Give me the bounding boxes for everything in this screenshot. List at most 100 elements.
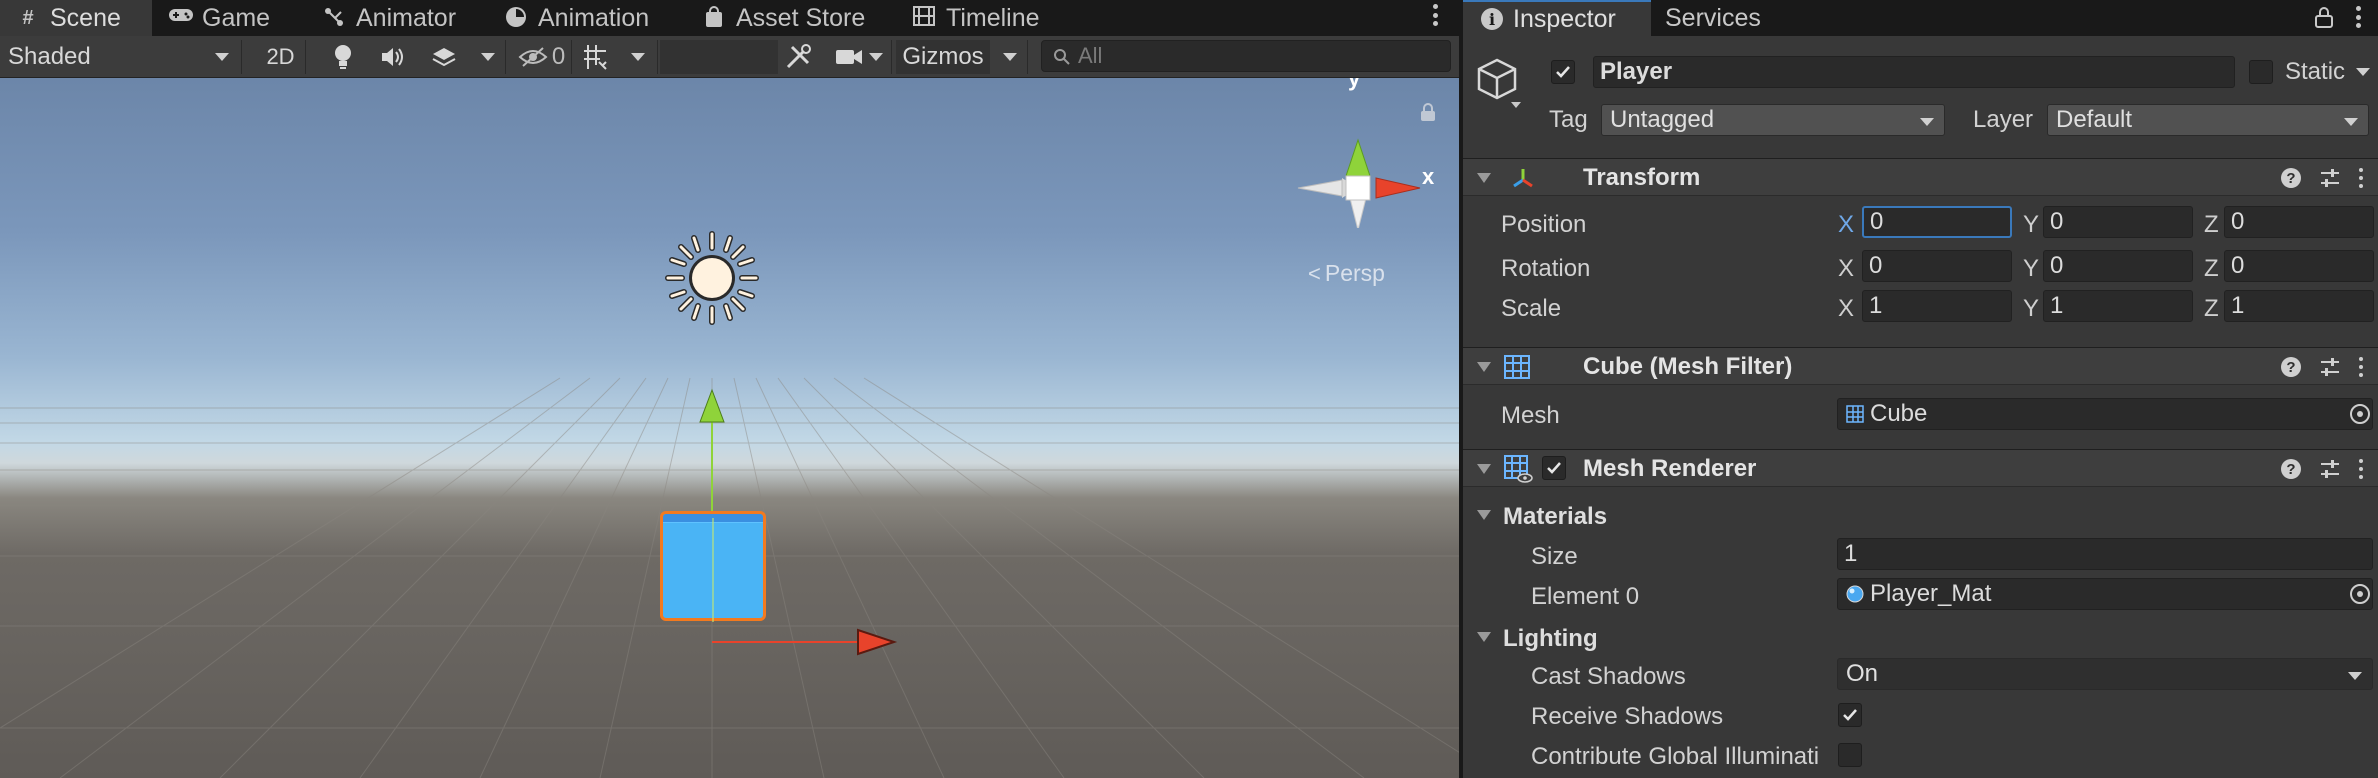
camera-settings-dropdown[interactable] <box>826 40 892 74</box>
info-icon: i <box>1481 8 1503 30</box>
tab-timeline[interactable]: Timeline <box>912 0 1072 36</box>
mesh-renderer-enabled-checkbox[interactable] <box>1542 456 1566 480</box>
static-dropdown[interactable]: Static <box>2285 58 2370 86</box>
help-icon[interactable]: ? <box>2281 357 2301 377</box>
tab-game[interactable]: Game <box>168 0 298 36</box>
mesh-renderer-title: Mesh Renderer <box>1583 455 1757 482</box>
projection-label: Persp <box>1324 260 1385 286</box>
grid-snap-icon[interactable] <box>578 40 614 74</box>
gizmos-toggle[interactable]: Gizmos <box>896 40 990 74</box>
gizmos-dropdown[interactable] <box>992 40 1028 74</box>
rotation-z-field[interactable]: 0 <box>2224 250 2374 282</box>
projection-toggle[interactable]: < Persp <box>1308 260 1385 287</box>
search-icon <box>1052 47 1072 73</box>
tab-services[interactable]: Services <box>1665 0 1805 36</box>
preset-sliders-icon[interactable] <box>2319 167 2341 189</box>
foldout-arrow-icon[interactable] <box>1477 632 1491 642</box>
lighting-toggle-icon[interactable] <box>326 40 360 74</box>
scene-search-input[interactable]: All <box>1041 40 1451 72</box>
orientation-gizmo[interactable] <box>1290 78 1450 228</box>
chevron-down-icon <box>868 53 883 61</box>
preset-sliders-icon[interactable] <box>2319 458 2341 480</box>
scene-visibility-toggle[interactable]: 0 <box>512 40 572 74</box>
scene-panel: # Scene Game Animator Animation Asset St… <box>0 0 1459 778</box>
transform-header[interactable]: Transform ? <box>1463 158 2378 196</box>
mesh-filter-title: Cube (Mesh Filter) <box>1583 353 1793 380</box>
mesh-renderer-header[interactable]: Mesh Renderer ? <box>1463 449 2378 487</box>
chevron-down-icon <box>480 53 495 61</box>
rotation-y-field[interactable]: 0 <box>2043 250 2193 282</box>
material-object-field[interactable]: Player_Mat <box>1837 578 2373 610</box>
tab-label: Animator <box>356 3 457 32</box>
axis-label: Z <box>2204 255 2219 282</box>
layer-dropdown[interactable]: Default <box>2047 104 2369 136</box>
chevron-down-icon <box>630 53 645 61</box>
grid-hash-icon: # <box>22 7 34 29</box>
directional-light-icon[interactable] <box>664 230 760 326</box>
contribute-gi-checkbox[interactable] <box>1838 743 1862 767</box>
tag-dropdown[interactable]: Untagged <box>1601 104 1945 136</box>
object-picker-icon[interactable] <box>2350 584 2370 604</box>
cast-shadows-dropdown[interactable]: On <box>1837 658 2373 690</box>
foldout-arrow-icon <box>1477 173 1491 183</box>
position-z-field[interactable]: 0 <box>2224 206 2374 238</box>
object-name-field[interactable]: Player <box>1593 56 2235 88</box>
component-menu-icon[interactable] <box>2359 357 2364 377</box>
materials-foldout[interactable]: Materials <box>1503 503 1607 531</box>
animator-graph-icon <box>322 6 346 30</box>
tab-animator[interactable]: Animator <box>322 0 482 36</box>
axis-label: Z <box>2204 211 2219 238</box>
position-z-value: 0 <box>2231 208 2245 235</box>
lighting-foldout[interactable]: Lighting <box>1503 625 1598 653</box>
audio-toggle-icon[interactable] <box>376 40 410 74</box>
axis-label: X <box>1838 211 1855 238</box>
element0-label: Element 0 <box>1531 583 1640 610</box>
object-picker-icon[interactable] <box>2350 404 2370 424</box>
search-placeholder: All <box>1078 43 1103 68</box>
layer-label: Layer <box>1973 106 2034 133</box>
position-y-value: 0 <box>2050 208 2064 235</box>
effects-layers-icon[interactable] <box>426 40 462 74</box>
draw-mode-dropdown[interactable]: Shaded <box>0 40 242 74</box>
rotation-y-value: 0 <box>2050 252 2064 279</box>
more-options-icon[interactable] <box>1433 4 1441 30</box>
scene-viewport[interactable]: y x < Persp <box>0 78 1459 778</box>
mesh-filter-header[interactable]: Cube (Mesh Filter) ? <box>1463 347 2378 385</box>
effects-dropdown[interactable] <box>470 40 506 74</box>
position-x-field[interactable]: 0 <box>1862 206 2012 238</box>
toggle-2d-button[interactable]: 2D <box>256 40 306 74</box>
help-icon[interactable]: ? <box>2281 459 2301 479</box>
scale-y-field[interactable]: 1 <box>2043 290 2193 322</box>
gizmo-y-axis-line <box>712 518 714 622</box>
component-menu-icon[interactable] <box>2359 168 2364 188</box>
tab-asset-store[interactable]: Asset Store <box>702 0 892 36</box>
mesh-object-field[interactable]: Cube <box>1837 398 2373 430</box>
scale-z-field[interactable]: 1 <box>2224 290 2374 322</box>
foldout-arrow-icon[interactable] <box>1477 510 1491 520</box>
position-y-field[interactable]: 0 <box>2043 206 2193 238</box>
tag-label: Tag <box>1549 106 1588 133</box>
grid-dropdown[interactable] <box>618 40 658 74</box>
tab-label: Game <box>202 3 271 32</box>
tab-animation[interactable]: Animation <box>504 0 674 36</box>
gameobject-cube-icon[interactable] <box>1477 56 1523 112</box>
scale-y-value: 1 <box>2050 292 2064 319</box>
materials-size-field[interactable]: 1 <box>1837 538 2373 570</box>
active-checkbox[interactable] <box>1551 60 1575 84</box>
lock-icon[interactable] <box>1418 102 1438 122</box>
rotation-x-field[interactable]: 0 <box>1862 250 2012 282</box>
scale-x-field[interactable]: 1 <box>1862 290 2012 322</box>
tab-scene[interactable]: # Scene <box>0 0 152 36</box>
receive-shadows-checkbox[interactable] <box>1838 703 1862 727</box>
cast-shadows-value: On <box>1846 660 1879 687</box>
tools-icon[interactable] <box>776 40 820 74</box>
help-icon[interactable]: ? <box>2281 168 2301 188</box>
scale-label: Scale <box>1501 295 1562 322</box>
more-options-icon[interactable] <box>2356 6 2362 28</box>
preset-sliders-icon[interactable] <box>2319 356 2341 378</box>
inspector-panel: i Inspector Services Player Static Tag U… <box>1463 0 2378 778</box>
tab-inspector[interactable]: i Inspector <box>1463 0 1651 36</box>
lock-icon[interactable] <box>2314 6 2334 35</box>
static-checkbox[interactable] <box>2249 60 2273 84</box>
component-menu-icon[interactable] <box>2359 459 2364 479</box>
